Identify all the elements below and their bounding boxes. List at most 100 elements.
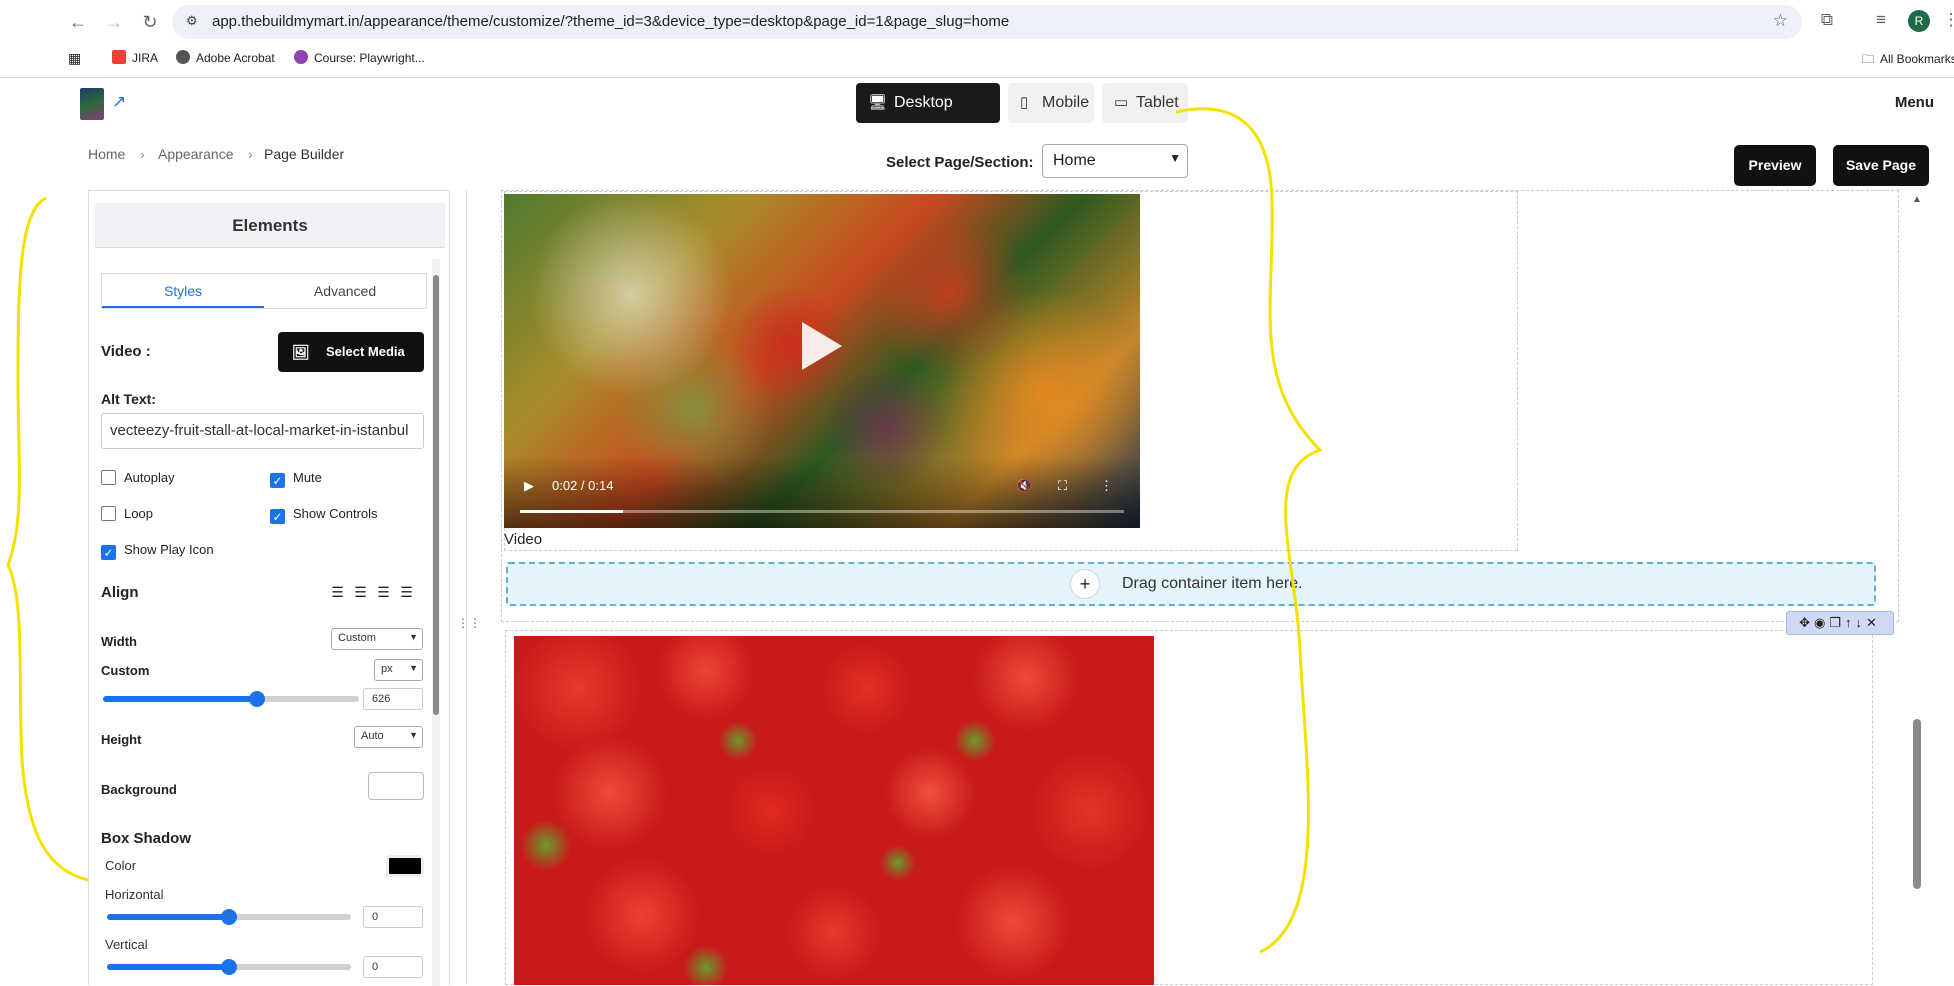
canvas-scrollbar[interactable]: ▲ [1910,194,1924,985]
move-icon[interactable]: ✥ [1799,615,1814,630]
custom-width-input[interactable]: 626 [363,688,423,710]
shadow-color-picker[interactable] [386,855,424,877]
mute-checkbox[interactable]: ✓ Mute [270,470,322,488]
reload-icon[interactable]: ↻ [138,10,162,34]
arrow-up-icon[interactable]: ↑ [1845,615,1856,630]
drop-zone[interactable]: + Drag container item here. [506,562,1876,606]
all-bookmarks[interactable]: 🗀 All Bookmarks [1862,50,1954,71]
breadcrumb-separator-icon: › [248,146,253,162]
height-mode-select[interactable]: Auto ▼ [354,726,423,748]
loop-checkbox[interactable]: Loop [101,506,153,521]
profile-avatar[interactable]: R [1908,10,1930,32]
menu-button[interactable]: Menu [1895,94,1934,111]
bookmark-jira[interactable]: JIRA [112,50,158,65]
checkbox-label: Show Play Icon [124,542,214,557]
align-label: Align [101,584,139,601]
scrollbar-thumb[interactable] [1913,719,1921,889]
save-page-button[interactable]: Save Page [1833,145,1929,186]
device-label: Tablet [1136,94,1179,111]
slider-handle[interactable] [248,691,265,707]
play-icon[interactable] [802,322,842,370]
fullscreen-icon[interactable]: ⛶ [1058,478,1067,494]
device-label: Desktop [894,94,953,111]
elements-panel: Elements Styles Advanced Video : 🖼 Select… [88,190,450,986]
mobile-icon: ▯ [1020,94,1029,111]
bookmarks-bar: ▦ JIRA Adobe Acrobat Course: Playwright.… [0,46,1954,72]
bookmark-adobe-acrobat[interactable]: Adobe Acrobat [176,50,275,65]
select-media-button[interactable]: 🖼 Select Media [278,332,424,372]
checkmark-icon: ✓ [270,473,285,488]
media-controls-icon[interactable]: ≡ [1870,10,1892,30]
strawberry-image[interactable] [514,636,1154,985]
select-media-label: Select Media [326,344,405,359]
slider-handle[interactable] [221,959,237,975]
scrollbar-thumb[interactable] [433,275,439,715]
slider-fill [107,914,229,920]
breadcrumb-home[interactable]: Home [88,146,125,162]
browser-menu-icon[interactable]: ⋮ [1940,10,1954,30]
align-left-icon[interactable]: ☰ [326,580,349,604]
align-center-icon[interactable]: ☰ [349,580,372,604]
tab-advanced[interactable]: Advanced [264,274,426,308]
shadow-color-label: Color [105,858,137,873]
left-brace-annotation [6,196,89,882]
play-button-icon[interactable]: ▶ [524,478,534,494]
store-logo[interactable] [80,88,104,120]
show-controls-checkbox[interactable]: ✓ Show Controls [270,506,378,524]
align-right-icon[interactable]: ☰ [372,580,395,604]
bookmark-star-icon[interactable]: ☆ [1773,11,1788,31]
tab-styles[interactable]: Styles [102,274,264,308]
all-bookmarks-label: All Bookmarks [1880,52,1954,66]
vertical-slider[interactable] [107,959,351,975]
horizontal-input[interactable]: 0 [363,906,423,928]
app-header: ↗ 🖥 Desktop ▯ Mobile ▭ Tablet Menu [60,80,1940,128]
bookmark-label: Adobe Acrobat [196,51,275,65]
more-options-icon[interactable]: ⋮ [1100,478,1113,494]
checkbox-label: Show Controls [293,506,378,521]
add-icon[interactable]: + [1070,569,1100,599]
video-element[interactable]: ▶ 0:02 / 0:14 🔇 ⛶ ⋮ [504,194,1140,528]
breadcrumb-appearance[interactable]: Appearance [158,146,234,162]
video-time: 0:02 / 0:14 [552,478,614,493]
arrow-down-icon[interactable]: ↓ [1856,615,1867,630]
mute-icon[interactable]: 🔇 [1016,478,1032,494]
background-color-picker[interactable] [368,772,424,800]
forward-icon[interactable]: → [102,10,126,34]
device-mobile-button[interactable]: ▯ Mobile [1008,83,1094,123]
device-desktop-button[interactable]: 🖥 Desktop [856,83,1000,123]
close-icon[interactable]: ✕ [1866,615,1881,630]
alt-text-input[interactable]: vecteezy-fruit-stall-at-local-market-in-… [101,413,424,449]
checkbox-label: Autoplay [124,470,175,485]
slider-handle[interactable] [221,909,237,925]
unit-select[interactable]: px ▼ [374,659,423,681]
autoplay-checkbox[interactable]: Autoplay [101,470,175,485]
eye-icon[interactable]: ◉ [1814,615,1829,630]
preview-button[interactable]: Preview [1734,145,1816,186]
page-select-value: Home [1053,152,1096,169]
page-select[interactable]: Home ▼ [1042,144,1188,178]
copy-icon[interactable]: ❐ [1829,615,1845,630]
bookmark-course-playwright[interactable]: Course: Playwright... [294,50,425,65]
apps-grid-icon[interactable]: ▦ [68,50,81,67]
vertical-input[interactable]: 0 [363,956,423,978]
browser-chrome: ← → ↻ ⚙ app.thebuildmymart.in/appearance… [0,0,1954,78]
extensions-icon[interactable]: ⧉ [1816,10,1838,30]
breadcrumb-page-builder: Page Builder [264,146,345,162]
height-mode-value: Auto [361,730,384,742]
external-link-icon[interactable]: ↗ [112,92,126,112]
video-label: Video : [101,343,151,360]
panel-scrollbar[interactable] [432,259,440,986]
course-icon [294,50,308,64]
address-bar[interactable]: ⚙ app.thebuildmymart.in/appearance/theme… [172,5,1802,39]
desktop-icon: 🖥 [868,94,888,111]
device-tablet-button[interactable]: ▭ Tablet [1102,83,1188,123]
align-justify-icon[interactable]: ☰ [395,580,418,604]
back-icon[interactable]: ← [66,10,90,34]
scroll-up-icon[interactable]: ▲ [1912,194,1922,205]
show-play-icon-checkbox[interactable]: ✓ Show Play Icon [101,542,214,560]
width-mode-select[interactable]: Custom ▼ [331,628,423,650]
video-progress[interactable] [520,510,1124,513]
custom-width-slider[interactable] [103,691,359,707]
horizontal-slider[interactable] [107,909,351,925]
site-info-icon[interactable]: ⚙ [186,13,198,29]
